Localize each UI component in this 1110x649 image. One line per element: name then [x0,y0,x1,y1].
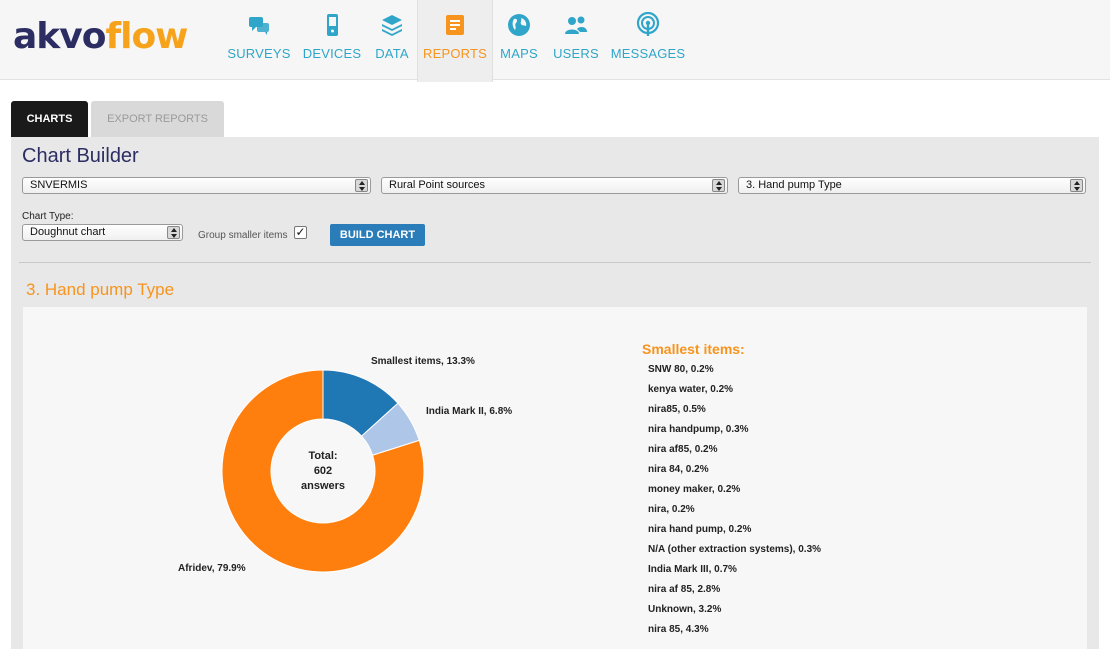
group-smaller-checkbox[interactable]: ✓ [294,226,307,239]
doughnut-chart [221,369,425,573]
nav-devices-label: DEVICES [302,46,362,61]
smallest-item: India Mark III, 0.7% [648,564,737,575]
smallest-item: SNW 80, 0.2% [648,364,714,375]
phone-icon [327,14,338,36]
smallest-item: nira 85, 4.3% [648,624,709,635]
chart-question-title: 3. Hand pump Type [26,280,175,299]
nav-messages[interactable]: MESSAGES [610,0,686,80]
smallest-items-title: Smallest items: [642,341,745,357]
smallest-item: Unknown, 3.2% [648,604,722,615]
nav-maps-label: MAPS [500,46,538,61]
nav-reports-label: REPORTS [422,46,487,61]
nav-devices[interactable]: DEVICES [300,0,364,80]
page-title: Chart Builder [22,145,139,167]
select-arrows-icon [712,179,725,192]
layers-icon [382,15,402,36]
smallest-item: N/A (other extraction systems), 0.3% [648,544,822,555]
logo-akvo: akvo [13,16,106,57]
users-icon [565,16,587,34]
divider [19,262,1091,263]
slice-label-afridev: Afridev, 79.9% [178,563,246,574]
tab-export-reports[interactable]: EXPORT REPORTS [91,101,224,137]
chat-bubbles-icon [249,17,269,35]
nav-surveys-label: SURVEYS [227,46,291,61]
smallest-item: nira 84, 0.2% [648,464,709,475]
chart-type-value: Doughnut chart [30,226,106,238]
smallest-item: nira, 0.2% [648,504,695,515]
nav-maps[interactable]: MAPS [496,0,542,80]
select-arrows-icon [1070,179,1083,192]
total-count: 602 [313,465,333,477]
nav-data[interactable]: DATA [368,0,416,80]
smallest-item: nira af 85, 2.8% [648,584,721,595]
survey-group-select[interactable]: SNVERMIS [22,177,371,194]
smallest-item: nira hand pump, 0.2% [648,524,752,535]
nav-users-label: USERS [553,46,599,61]
smallest-item: kenya water, 0.2% [648,384,734,395]
smallest-item: money maker, 0.2% [648,484,741,495]
chart-builder-panel: Chart Builder SNVERMIS Rural Point sourc… [11,137,1099,649]
nav-data-label: DATA [375,46,409,61]
broadcast-icon [636,12,660,36]
akvoflow-logo[interactable]: akvoflow [13,14,188,60]
nav-users[interactable]: USERS [548,0,604,80]
total-answers-label: answers [300,480,346,492]
select-arrows-icon [355,179,368,192]
tab-charts[interactable]: CHARTS [11,101,88,137]
smallest-item: nira handpump, 0.3% [648,424,749,435]
nav-surveys[interactable]: SURVEYS [220,0,298,80]
slice-label-smallest-items: Smallest items, 13.3% [371,356,475,367]
nav-messages-label: MESSAGES [610,46,686,61]
total-label: Total: [308,450,338,462]
survey-group-value: SNVERMIS [30,179,88,191]
question-select[interactable]: 3. Hand pump Type [738,177,1086,194]
select-arrows-icon [167,226,180,239]
survey-value: Rural Point sources [389,179,485,191]
smallest-item: nira af85, 0.2% [648,444,718,455]
logo-flow: flow [105,16,188,57]
survey-select[interactable]: Rural Point sources [381,177,728,194]
slice-label-india-mark-ii: India Mark II, 6.8% [426,406,513,417]
top-header: akvoflow SURVEYS DEVICES DATA REPORTS MA… [0,0,1110,82]
smallest-item: nira85, 0.5% [648,404,706,415]
group-smaller-label: Group smaller items [198,230,288,241]
notebook-icon [446,15,464,35]
chart-type-label: Chart Type: [22,211,74,222]
globe-icon [508,14,530,36]
nav-reports[interactable]: REPORTS [417,0,493,82]
question-value: 3. Hand pump Type [746,179,842,191]
build-chart-button[interactable]: BUILD CHART [330,224,425,246]
chart-area: Smallest items, 13.3% India Mark II, 6.8… [23,307,1087,649]
chart-type-select[interactable]: Doughnut chart [22,224,183,241]
